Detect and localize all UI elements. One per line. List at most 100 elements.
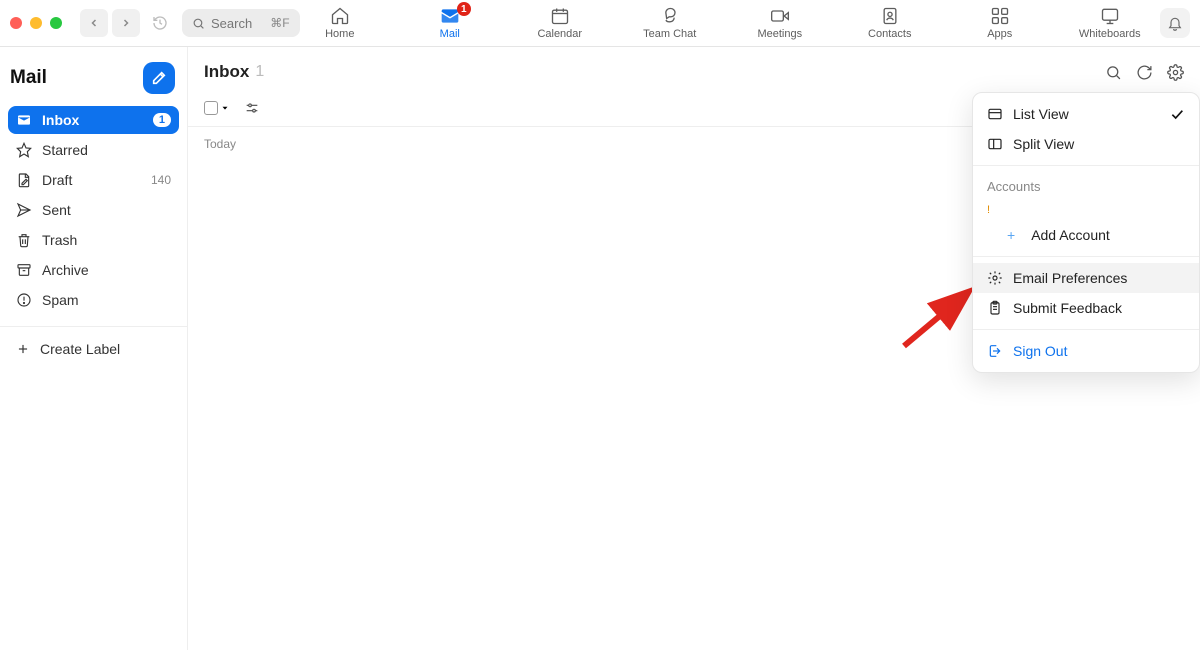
menu-split-view[interactable]: Split View: [973, 129, 1199, 159]
tab-label: Home: [325, 28, 354, 40]
main: Mail Inbox 1 Starred: [0, 47, 1200, 650]
sidebar: Mail Inbox 1 Starred: [0, 47, 188, 650]
check-icon: [1169, 106, 1185, 122]
refresh-icon[interactable]: [1136, 64, 1153, 81]
tab-whiteboards[interactable]: Whiteboards: [1071, 6, 1149, 40]
chevron-down-icon: [220, 103, 230, 113]
settings-gear-icon[interactable]: [1167, 64, 1184, 81]
apps-icon: [990, 6, 1010, 26]
tab-team-chat[interactable]: Team Chat: [631, 6, 709, 40]
mail-icon: 1: [439, 6, 461, 26]
content-count: 1: [255, 63, 264, 81]
window-controls: [10, 17, 72, 29]
tab-apps[interactable]: Apps: [961, 6, 1039, 40]
list-view-icon: [987, 106, 1003, 122]
create-label-button[interactable]: Create Label: [0, 335, 187, 363]
tab-label: Mail: [440, 28, 460, 40]
settings-menu: List View Split View Accounts ! + Add Ac…: [972, 92, 1200, 373]
tab-meetings[interactable]: Meetings: [741, 6, 819, 40]
menu-divider: [973, 329, 1199, 330]
search-icon: [192, 17, 205, 30]
folder-label: Trash: [42, 232, 171, 248]
tab-label: Contacts: [868, 28, 911, 40]
folder-trash[interactable]: Trash: [8, 226, 179, 254]
video-icon: [770, 6, 790, 26]
folder-archive[interactable]: Archive: [8, 256, 179, 284]
tab-label: Calendar: [537, 28, 582, 40]
gear-icon: [987, 270, 1003, 286]
menu-label: Split View: [1013, 136, 1074, 152]
tab-home[interactable]: Home: [301, 6, 379, 40]
search-placeholder: Search: [211, 16, 252, 31]
nav-arrows: [80, 9, 140, 37]
sign-out-icon: [987, 343, 1003, 359]
search-input[interactable]: Search ⌘F: [182, 9, 300, 37]
nav-forward-button[interactable]: [112, 9, 140, 37]
mail-badge: 1: [457, 2, 471, 16]
split-view-icon: [987, 136, 1003, 152]
menu-add-account[interactable]: + Add Account: [973, 220, 1199, 250]
star-icon: [16, 142, 32, 158]
tab-label: Apps: [987, 28, 1012, 40]
maximize-window-button[interactable]: [50, 17, 62, 29]
menu-submit-feedback[interactable]: Submit Feedback: [973, 293, 1199, 323]
menu-label: Add Account: [1031, 227, 1110, 243]
sidebar-divider: [0, 326, 187, 327]
menu-label: Email Preferences: [1013, 270, 1127, 286]
content-title: Inbox: [204, 62, 249, 82]
header-actions: [1105, 64, 1184, 81]
folder-label: Archive: [42, 262, 171, 278]
spam-icon: [16, 292, 32, 308]
archive-icon: [16, 262, 32, 278]
menu-divider: [973, 256, 1199, 257]
tab-calendar[interactable]: Calendar: [521, 6, 599, 40]
menu-divider: [973, 165, 1199, 166]
menu-sign-out[interactable]: Sign Out: [973, 336, 1199, 366]
topbar: Search ⌘F Home 1 Mail Calendar: [0, 0, 1200, 47]
folder-draft[interactable]: Draft 140: [8, 166, 179, 194]
folder-count: 140: [151, 173, 171, 187]
folder-label: Starred: [42, 142, 171, 158]
folder-sent[interactable]: Sent: [8, 196, 179, 224]
folder-starred[interactable]: Starred: [8, 136, 179, 164]
calendar-icon: [550, 6, 570, 26]
create-label-text: Create Label: [40, 341, 120, 357]
folder-label: Spam: [42, 292, 171, 308]
trash-icon: [16, 232, 32, 248]
nav-back-button[interactable]: [80, 9, 108, 37]
notifications-button[interactable]: [1160, 8, 1190, 38]
select-all[interactable]: [204, 101, 230, 115]
contacts-icon: [880, 6, 900, 26]
sidebar-title: Mail: [10, 67, 47, 89]
close-window-button[interactable]: [10, 17, 22, 29]
inbox-icon: [16, 112, 32, 128]
home-icon: [330, 6, 350, 26]
plus-icon: +: [1007, 227, 1015, 243]
menu-label: Submit Feedback: [1013, 300, 1122, 316]
select-all-checkbox[interactable]: [204, 101, 218, 115]
tab-contacts[interactable]: Contacts: [851, 6, 929, 40]
tab-label: Whiteboards: [1079, 28, 1141, 40]
folder-inbox[interactable]: Inbox 1: [8, 106, 179, 134]
content-header: Inbox 1: [188, 47, 1200, 92]
send-icon: [16, 202, 32, 218]
folder-spam[interactable]: Spam: [8, 286, 179, 314]
search-icon[interactable]: [1105, 64, 1122, 81]
filter-icon[interactable]: [244, 100, 260, 116]
history-button[interactable]: [146, 9, 174, 37]
menu-label: Sign Out: [1013, 343, 1067, 359]
folder-count: 1: [153, 113, 171, 127]
plus-icon: [16, 342, 30, 356]
search-shortcut: ⌘F: [270, 16, 289, 30]
tab-label: Meetings: [757, 28, 802, 40]
folder-label: Sent: [42, 202, 171, 218]
tab-mail[interactable]: 1 Mail: [411, 6, 489, 40]
menu-email-preferences[interactable]: Email Preferences: [973, 263, 1199, 293]
minimize-window-button[interactable]: [30, 17, 42, 29]
menu-list-view[interactable]: List View: [973, 99, 1199, 129]
compose-button[interactable]: [143, 62, 175, 94]
folder-label: Draft: [42, 172, 141, 188]
menu-accounts-label: Accounts: [973, 172, 1199, 194]
draft-icon: [16, 172, 32, 188]
chat-icon: [660, 6, 680, 26]
